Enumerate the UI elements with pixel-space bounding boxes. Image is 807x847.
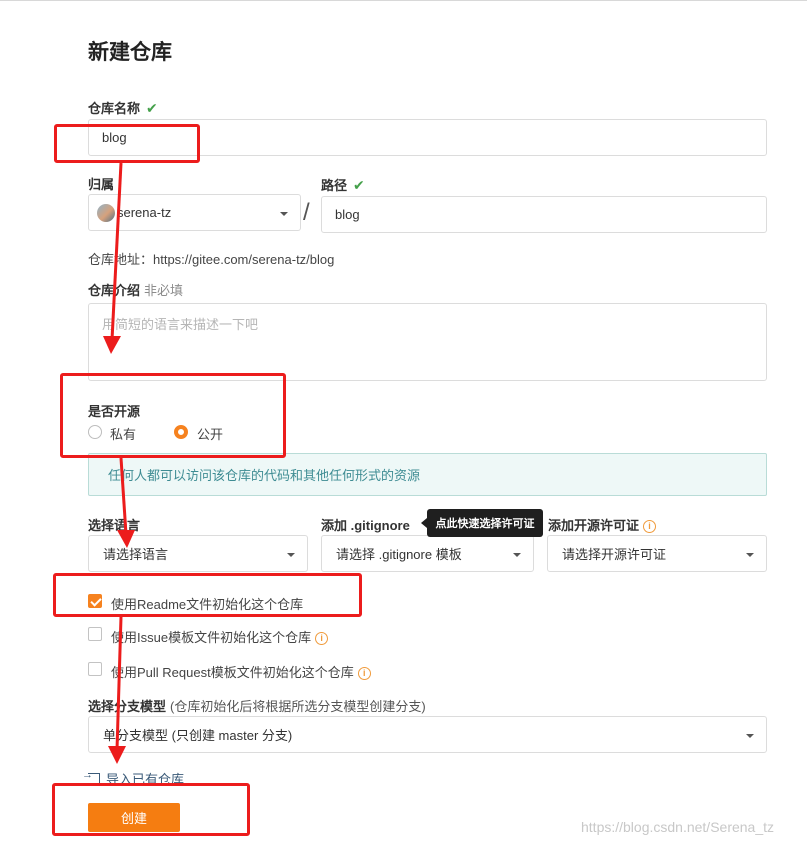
init-pr-label: 使用Pull Request模板文件初始化这个仓库 i [111,662,371,681]
gitignore-value: 请选择 .gitignore 模板 [336,547,462,562]
repo-url: 仓库地址：https://gitee.com/serena-tz/blog [88,252,335,267]
init-issue-label: 使用Issue模板文件初始化这个仓库 i [111,627,329,646]
chevron-down-icon [513,552,521,557]
description-label: 仓库介绍 非必填 [88,280,183,299]
watermark: https://blog.csdn.net/Serena_tz [581,819,775,835]
description-label-text: 仓库介绍 [88,283,141,298]
chevron-down-icon [280,211,288,216]
branch-model-value: 单分支模型 (只创建 master 分支) [103,728,293,743]
chevron-down-icon [746,552,754,557]
path-input[interactable]: blog [321,196,767,233]
branch-model-select[interactable]: 单分支模型 (只创建 master 分支) [88,716,767,753]
gitignore-label: 添加 .gitignore [321,518,410,533]
language-select[interactable]: 请选择语言 [88,535,308,572]
open-source-label: 是否开源 [88,404,141,419]
path-value: blog [335,207,360,222]
visibility-info-text: 任何人都可以访问该仓库的代码和其他任何形式的资源 [108,468,421,483]
repo-name-label-text: 仓库名称 [88,101,141,116]
description-textarea[interactable] [88,303,767,381]
owner-value: serena-tz [117,205,172,220]
license-tooltip: 点此快速选择许可证 [421,509,543,537]
language-value: 请选择语言 [103,547,169,562]
gitignore-select[interactable]: 请选择 .gitignore 模板 [321,535,534,572]
license-value: 请选择开源许可证 [562,547,667,562]
path-valid-icon: ✔ [353,177,365,193]
init-pr-checkbox[interactable] [88,662,102,676]
visibility-info: 任何人都可以访问该仓库的代码和其他任何形式的资源 [88,453,767,496]
repo-name-valid-icon: ✔ [146,100,158,116]
info-icon[interactable]: i [357,667,371,681]
chevron-down-icon [287,552,295,557]
path-label: 路径 ✔ [321,175,365,194]
page-title: 新建仓库 [88,41,172,64]
path-label-text: 路径 [321,178,348,193]
init-readme-checkbox[interactable] [88,594,102,608]
repo-name-input[interactable]: blog [88,119,767,156]
import-repo-link[interactable]: 导入已有仓库 [82,769,185,788]
description-optional: 非必填 [144,283,184,298]
avatar [97,203,115,222]
info-icon[interactable]: i [643,520,657,534]
owner-label: 归属 [88,177,115,192]
init-issue-label-text: 使用Issue模板文件初始化这个仓库 [111,630,312,645]
import-icon [82,769,100,785]
branch-model-label: 选择分支模型 (仓库初始化后将根据所选分支模型创建分支) [88,696,426,715]
init-issue-checkbox[interactable] [88,627,102,641]
radio-public-label: 公开 [197,427,224,442]
radio-private[interactable] [88,425,102,439]
license-select[interactable]: 请选择开源许可证 [547,535,767,572]
path-separator: / [303,199,310,226]
init-readme-label: 使用Readme文件初始化这个仓库 [111,597,304,612]
import-repo-label: 导入已有仓库 [106,772,185,787]
owner-select[interactable]: serena-tz [88,194,301,231]
license-label-text: 添加开源许可证 [548,518,640,533]
init-pr-label-text: 使用Pull Request模板文件初始化这个仓库 [111,665,354,680]
radio-private-label: 私有 [110,427,137,442]
create-button[interactable]: 创建 [88,803,180,832]
repo-name-value: blog [102,130,127,145]
info-icon[interactable]: i [315,632,329,646]
license-label: 添加开源许可证 i [548,515,657,534]
repo-name-label: 仓库名称 ✔ [88,98,158,117]
chevron-down-icon [746,733,754,738]
top-border [0,0,807,1]
language-label: 选择语言 [88,518,141,533]
branch-model-label-text: 选择分支模型 [88,699,167,714]
branch-model-hint: (仓库初始化后将根据所选分支模型创建分支) [170,699,426,714]
radio-public[interactable] [174,425,188,439]
